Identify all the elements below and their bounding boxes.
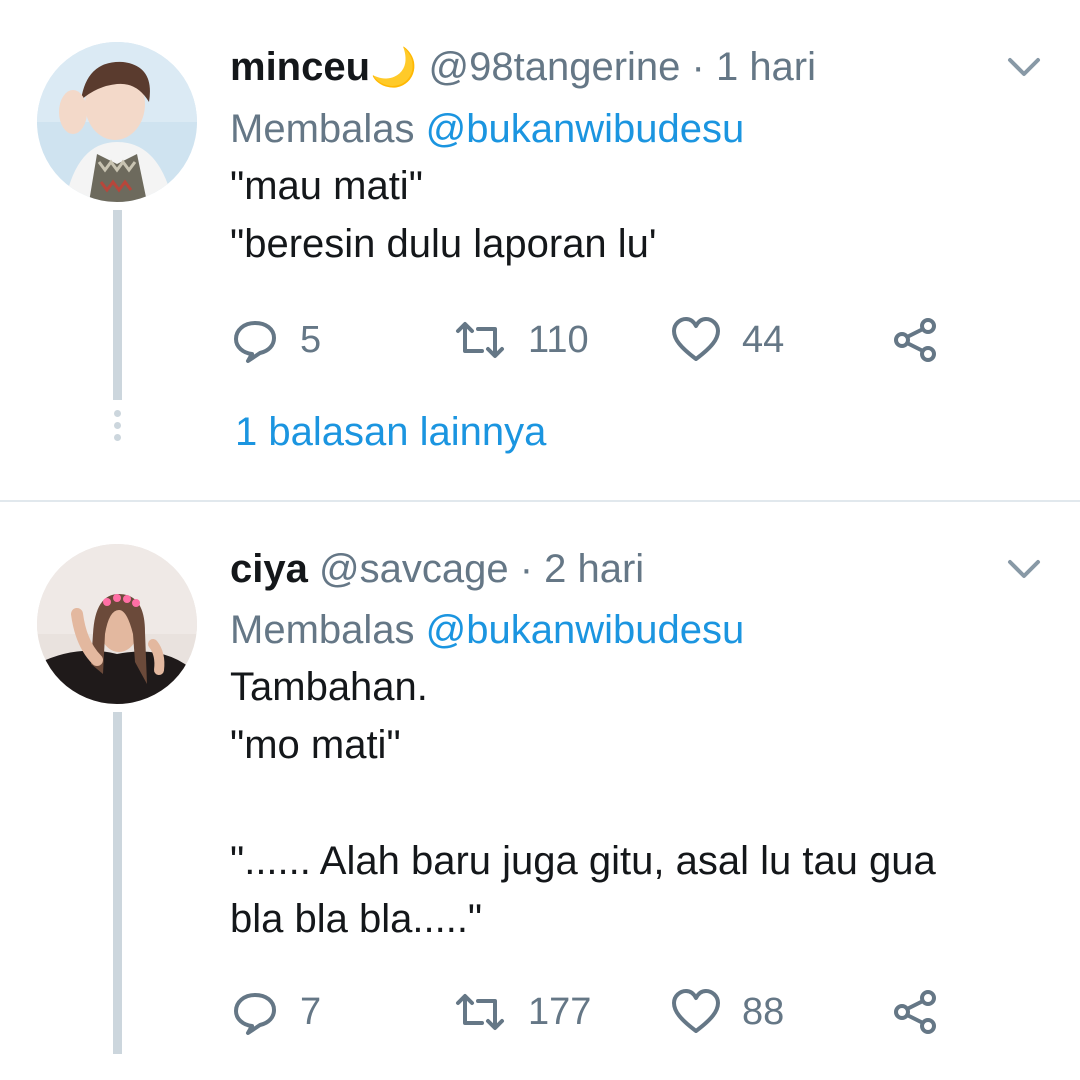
tweet-text: Tambahan. "mo mati" "...... Alah baru ju… [230,665,936,941]
reply-count: 7 [300,990,322,1033]
retweet-count: 177 [528,990,592,1033]
share-button[interactable] [890,315,940,365]
retweet-count: 110 [528,318,589,361]
display-name[interactable]: minceu [230,45,370,89]
reply-prefix: Membalas [230,608,426,652]
chevron-down-icon[interactable] [1004,52,1044,82]
retweet-button[interactable]: 177 [452,987,591,1037]
thread-line [113,712,122,1054]
heart-icon [672,989,720,1033]
tweet-actions: 5 110 44 [230,315,990,365]
timestamp[interactable]: 1 hari [716,45,816,89]
share-icon [894,318,936,362]
share-icon [894,990,936,1034]
handle[interactable]: @98tangerine [429,45,681,89]
avatar[interactable] [37,42,197,202]
more-replies-link[interactable]: 1 balasan lainnya [235,410,546,455]
tweet-actions: 7 177 88 [230,987,990,1037]
tweet[interactable]: minceu🌙 @98tangerine · 1 hari Membalas @… [0,0,1080,500]
reply-prefix: Membalas [230,107,426,151]
display-name[interactable]: ciya [230,547,308,591]
reply-icon [234,321,276,363]
retweet-icon [456,322,504,358]
like-count: 88 [742,990,785,1033]
like-button[interactable]: 88 [670,987,784,1037]
share-button[interactable] [890,987,940,1037]
reply-mention-link[interactable]: @bukanwibudesu [426,107,745,151]
like-button[interactable]: 44 [670,315,784,365]
reply-mention-link[interactable]: @bukanwibudesu [426,608,745,652]
heart-icon [672,317,720,361]
reply-button[interactable]: 5 [230,315,321,365]
reply-button[interactable]: 7 [230,987,321,1037]
separator: · [680,45,716,89]
handle[interactable]: @savcage [319,547,509,591]
avatar[interactable] [37,544,197,704]
thread-line [113,210,122,400]
reply-to: Membalas @bukanwibudesu [230,602,1040,658]
moon-emoji: 🌙 [370,47,418,89]
retweet-icon [456,994,504,1030]
reply-count: 5 [300,318,322,361]
tweet[interactable]: ciya @savcage · 2 hari Membalas @bukanwi… [0,502,1080,1080]
reply-to: Membalas @bukanwibudesu [230,101,1040,157]
thread-dots [112,410,122,446]
reply-icon [234,993,276,1035]
like-count: 44 [742,318,785,361]
tweet-header: minceu🌙 @98tangerine · 1 hari [230,40,1040,95]
retweet-button[interactable]: 110 [452,315,589,365]
chevron-down-icon[interactable] [1004,554,1044,584]
separator: · [508,547,545,591]
tweet-text: "mau mati" "beresin dulu laporan lu' [230,164,657,266]
timestamp[interactable]: 2 hari [544,547,644,591]
tweet-header: ciya @savcage · 2 hari [230,542,1040,596]
